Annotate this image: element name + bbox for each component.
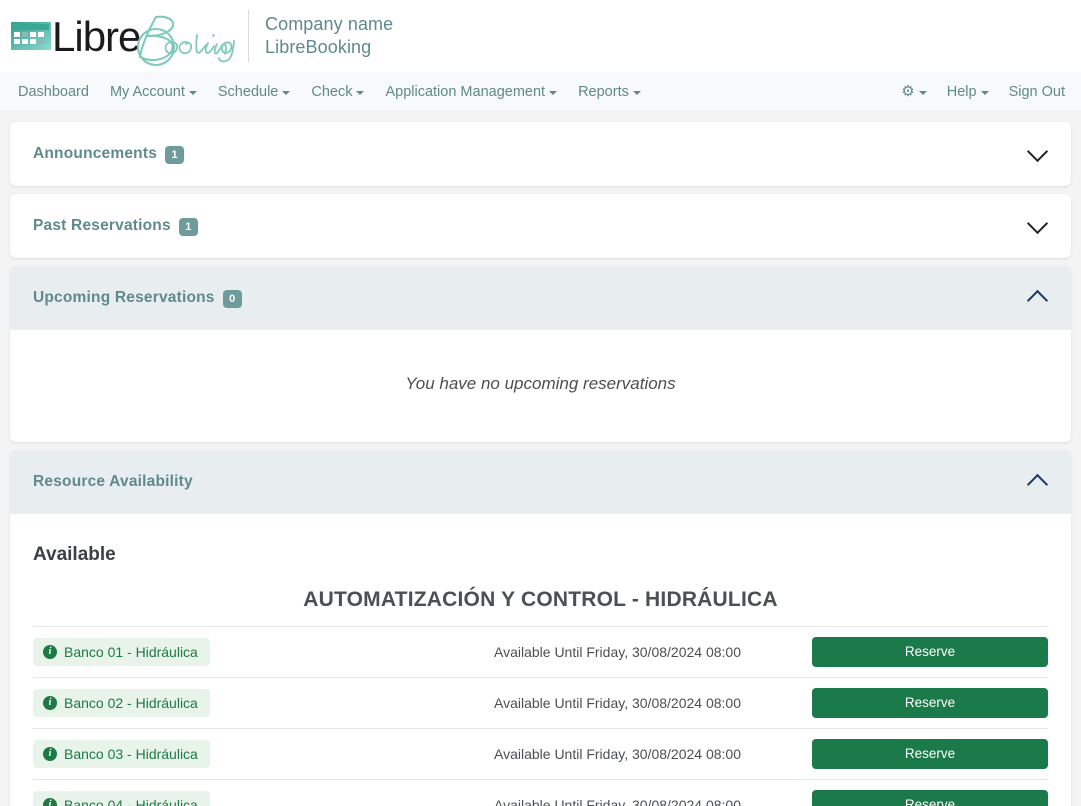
resource-availability-text: Available Until Friday, 30/08/2024 08:00 [494, 797, 741, 806]
nav-left-group: Dashboard My Account Schedule Check Appl… [18, 84, 641, 100]
resource-name: Banco 02 - Hidráulica [64, 695, 198, 711]
resource-name: Banco 01 - Hidráulica [64, 644, 198, 660]
nav-label-reports: Reports [578, 83, 629, 100]
nav-item-schedule[interactable]: Schedule [217, 83, 291, 100]
resource-chip[interactable]: i Banco 03 - Hidráulica [33, 740, 210, 768]
info-icon: i [43, 696, 57, 710]
table-row: i Banco 02 - Hidráulica Available Until … [33, 677, 1048, 728]
table-row: i Banco 04 - Hidráulica Available Until … [33, 779, 1048, 806]
calendar-grid-icon [11, 22, 51, 50]
nav-label-dashboard: Dashboard [18, 83, 89, 100]
panel-body-resource-availability: Available AUTOMATIZACIÓN Y CONTROL - HID… [10, 514, 1071, 806]
reserve-button[interactable]: Reserve [812, 790, 1048, 806]
chevron-up-icon[interactable] [1027, 287, 1049, 309]
brand-header: Libre Company name LibreBooking [0, 0, 1081, 72]
resource-name: Banco 03 - Hidráulica [64, 746, 198, 762]
panel-resource-availability: Resource Availability Available AUTOMATI… [10, 450, 1071, 806]
chevron-down-icon[interactable] [1027, 143, 1049, 165]
company-subtitle: LibreBooking [265, 37, 372, 57]
chevron-up-icon[interactable] [1027, 471, 1049, 493]
svg-text:Libre: Libre [52, 13, 140, 60]
resource-availability-text: Available Until Friday, 30/08/2024 08:00 [494, 746, 741, 762]
panel-announcements: Announcements 1 [10, 122, 1071, 186]
chevron-down-icon [188, 91, 197, 95]
nav-label-application-management: Application Management [385, 83, 546, 100]
chevron-down-icon [549, 91, 558, 95]
nav-right-group: ⚙ Help Sign Out [901, 84, 1065, 100]
reserve-button[interactable]: Reserve [812, 688, 1048, 718]
nav-label-help: Help [946, 83, 977, 100]
resource-action-cell: Reserve [812, 790, 1048, 806]
chevron-down-icon[interactable] [1027, 215, 1049, 237]
panel-header-resource-availability[interactable]: Resource Availability [10, 450, 1071, 514]
resource-action-cell: Reserve [812, 637, 1048, 667]
info-icon: i [43, 645, 57, 659]
brand-divider [248, 10, 249, 62]
available-heading: Available [33, 544, 116, 565]
nav-item-dashboard[interactable]: Dashboard [18, 84, 89, 100]
reserve-button[interactable]: Reserve [812, 739, 1048, 769]
nav-label-schedule: Schedule [217, 83, 279, 100]
info-icon: i [43, 747, 57, 761]
company-name: Company name [265, 13, 394, 34]
panel-header-upcoming-reservations[interactable]: Upcoming Reservations 0 [10, 266, 1071, 330]
reserve-button[interactable]: Reserve [812, 637, 1048, 667]
panel-body-upcoming-reservations: You have no upcoming reservations [10, 330, 1071, 442]
chevron-down-icon [282, 91, 291, 95]
resource-name-cell: i Banco 01 - Hidráulica [33, 638, 453, 666]
page-content: Announcements 1 Past Reservations 1 Upco… [0, 112, 1081, 806]
resource-name-cell: i Banco 04 - Hidráulica [33, 791, 453, 806]
panel-badge-past-reservations: 1 [178, 218, 198, 236]
resource-chip[interactable]: i Banco 02 - Hidráulica [33, 689, 210, 717]
resource-availability-text: Available Until Friday, 30/08/2024 08:00 [494, 695, 741, 711]
librebooking-logo[interactable]: Libre [4, 5, 244, 67]
panel-title-resource-availability: Resource Availability [33, 473, 193, 490]
gear-icon: ⚙ [901, 83, 915, 100]
panel-header-announcements[interactable]: Announcements 1 [10, 122, 1071, 186]
chevron-down-icon [918, 91, 927, 95]
info-icon: i [43, 798, 57, 806]
nav-item-reports[interactable]: Reports [578, 84, 641, 100]
resource-availability-text: Available Until Friday, 30/08/2024 08:00 [494, 644, 741, 660]
panel-badge-announcements: 1 [165, 146, 185, 164]
panel-title-past-reservations: Past Reservations [33, 217, 171, 234]
nav-item-my-account[interactable]: My Account [110, 84, 197, 100]
panel-title-upcoming-reservations: Upcoming Reservations [33, 289, 215, 306]
nav-item-sign-out[interactable]: Sign Out [1009, 84, 1065, 100]
nav-label-my-account: My Account [109, 83, 185, 100]
chevron-down-icon [980, 91, 989, 95]
nav-label-check: Check [311, 83, 353, 100]
nav-item-help[interactable]: Help [947, 84, 989, 100]
chevron-down-icon [356, 91, 365, 95]
resource-action-cell: Reserve [812, 739, 1048, 769]
table-row: i Banco 01 - Hidráulica Available Until … [33, 626, 1048, 677]
resource-name-cell: i Banco 03 - Hidráulica [33, 740, 453, 768]
nav-label-sign-out: Sign Out [1008, 83, 1065, 100]
resource-action-cell: Reserve [812, 688, 1048, 718]
resource-name: Banco 04 - Hidráulica [64, 797, 198, 806]
main-navigation: Dashboard My Account Schedule Check Appl… [0, 72, 1081, 112]
upcoming-empty-message: You have no upcoming reservations [405, 374, 676, 393]
resource-group-title: AUTOMATIZACIÓN Y CONTROL - HIDRÁULICA [303, 588, 778, 611]
panel-upcoming-reservations: Upcoming Reservations 0 You have no upco… [10, 266, 1071, 442]
nav-item-settings[interactable]: ⚙ [901, 83, 927, 100]
panel-header-past-reservations[interactable]: Past Reservations 1 [10, 194, 1071, 258]
nav-item-application-management[interactable]: Application Management [385, 83, 558, 100]
panel-badge-upcoming-reservations: 0 [222, 290, 242, 308]
resource-name-cell: i Banco 02 - Hidráulica [33, 689, 453, 717]
nav-item-check[interactable]: Check [311, 83, 365, 100]
panel-title-announcements: Announcements [33, 145, 158, 162]
company-info: Company name LibreBooking [265, 13, 393, 59]
chevron-down-icon [632, 91, 641, 95]
table-row: i Banco 03 - Hidráulica Available Until … [33, 728, 1048, 779]
resource-chip[interactable]: i Banco 01 - Hidráulica [33, 638, 210, 666]
panel-past-reservations: Past Reservations 1 [10, 194, 1071, 258]
resource-chip[interactable]: i Banco 04 - Hidráulica [33, 791, 210, 806]
logo-artwork: Libre [11, 13, 235, 67]
